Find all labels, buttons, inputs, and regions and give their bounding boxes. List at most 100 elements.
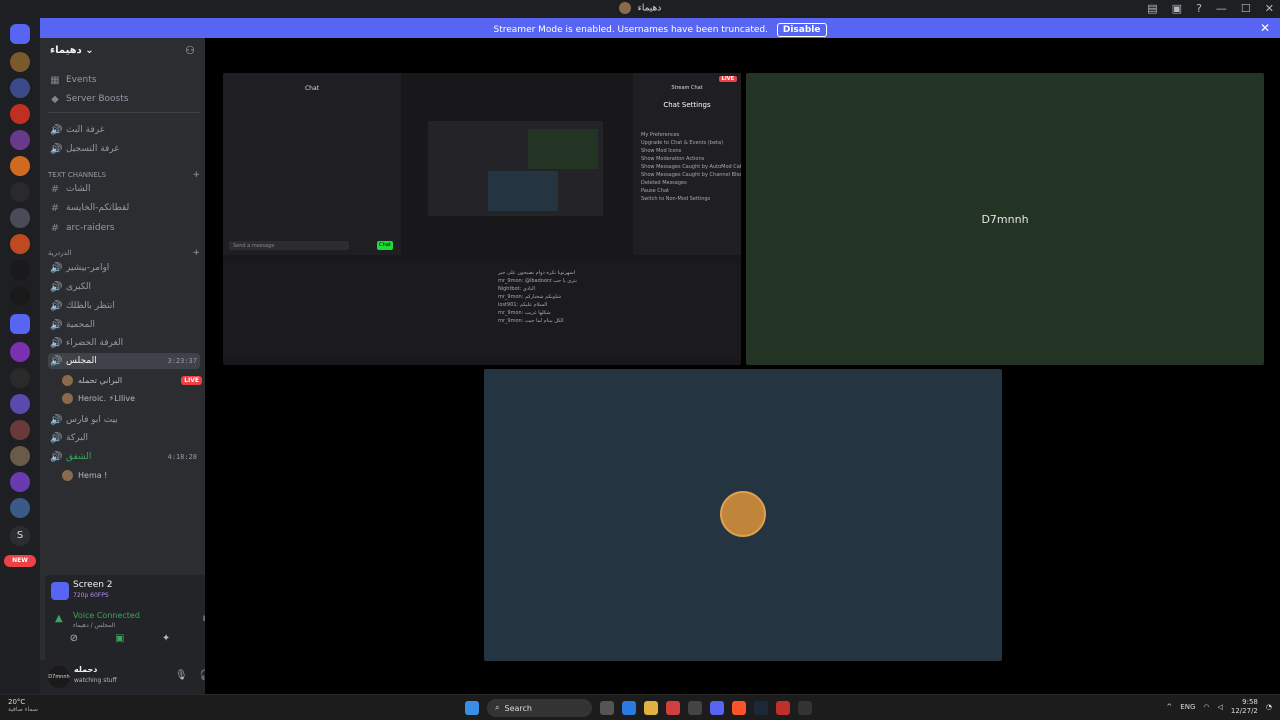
add-channel-icon[interactable]: + (192, 170, 200, 180)
participant-tile[interactable] (484, 369, 1002, 661)
server-icon[interactable] (10, 234, 30, 254)
avatar[interactable]: D7mnnh (48, 666, 70, 688)
voice-channel[interactable]: 🔊 الكبرى (48, 279, 200, 295)
screen-share-tile[interactable]: Chat Send a message Chat LIVE Stream Cha… (223, 73, 741, 365)
text-channel[interactable]: # الشات (48, 181, 200, 197)
app-icon[interactable] (666, 701, 680, 715)
chat-line: اسهرتونا تكره دوام تصبحون على خير (498, 270, 576, 276)
speaker-icon: 🔊 (50, 355, 63, 367)
search-input[interactable]: ⌕ Search (487, 699, 592, 717)
mic-icon[interactable]: 🎙 (175, 670, 188, 681)
server-icon[interactable] (10, 446, 30, 466)
screen-icon[interactable]: ▣ (1172, 2, 1182, 15)
participant-tile[interactable]: D7mnnh (746, 73, 1264, 365)
server-icon[interactable] (10, 342, 30, 362)
server-boosts-item[interactable]: ◆ Server Boosts (48, 91, 200, 107)
setting-item[interactable]: Show Messages Caught by Channel Blocked … (641, 171, 741, 179)
speaker-icon: 🔊 (50, 143, 63, 155)
stream-grid: Chat Send a message Chat LIVE Stream Cha… (205, 38, 1280, 694)
discord-home-icon[interactable] (10, 24, 30, 44)
steam-icon[interactable] (754, 701, 768, 715)
setting-item[interactable]: Switch to Non-Mod Settings (641, 195, 741, 203)
server-header[interactable]: دهيماء ⌄ ⚇ (40, 38, 205, 64)
avatar (720, 491, 766, 537)
server-icon[interactable] (10, 394, 30, 414)
category-voice[interactable]: الدردرية + (48, 248, 200, 258)
disable-button[interactable]: Disable (776, 23, 827, 37)
chevron-up-icon[interactable]: ^ (1166, 703, 1172, 711)
title-bar: دهيماء ▤ ▣ ? — ☐ ✕ (0, 0, 1280, 18)
setting-item[interactable]: Show Moderation Actions (641, 155, 741, 163)
server-icon[interactable] (10, 208, 30, 228)
maximize-button[interactable]: ☐ (1241, 2, 1251, 15)
task-view-icon[interactable] (600, 701, 614, 715)
voice-channel[interactable]: 🔊 بيت ابو فارس (48, 412, 200, 428)
setting-item[interactable]: My Preferences (641, 131, 741, 139)
server-icon[interactable] (10, 182, 30, 202)
weather-widget[interactable]: 20°C سماء صافية (8, 698, 38, 713)
voice-channel[interactable]: 🔊 غرفة البث (48, 122, 200, 138)
copilot-icon[interactable] (622, 701, 636, 715)
server-icon[interactable] (10, 104, 30, 124)
chat-send-button[interactable]: Chat (377, 241, 393, 250)
avatar (62, 374, 73, 386)
username: دحمله (74, 665, 98, 674)
text-channel[interactable]: # arc-raiders (48, 220, 200, 236)
text-channel[interactable]: # لقطاتكم-الخايسة (48, 200, 200, 216)
voice-user[interactable]: Heroic. ⚡Lllive (62, 390, 202, 406)
voice-channel[interactable]: 🔊 المحمية (48, 317, 200, 333)
voice-channel[interactable]: 🔊 انتظر بالظلك (48, 298, 200, 314)
server-icon[interactable] (10, 368, 30, 388)
server-icon[interactable] (10, 130, 30, 150)
setting-item[interactable]: Pause Chat (641, 187, 741, 195)
server-icon[interactable] (10, 52, 30, 72)
share-screen-icon[interactable]: ▣ (115, 633, 124, 644)
setting-item[interactable]: Show Messages Caught by AutoMod Categori… (641, 163, 741, 171)
voice-channel[interactable]: 🔊 غرفة التسجيل (48, 141, 200, 157)
app-icon[interactable] (688, 701, 702, 715)
close-button[interactable]: ✕ (1265, 2, 1274, 15)
invite-icon[interactable]: ⚇ (185, 44, 195, 57)
app-icon[interactable] (776, 701, 790, 715)
server-icon[interactable] (10, 498, 30, 518)
activities-icon[interactable]: ✦ (162, 633, 170, 644)
server-icon[interactable] (10, 420, 30, 440)
message-input[interactable]: Send a message (229, 241, 349, 250)
server-icon[interactable]: S (10, 526, 30, 546)
inbox-icon[interactable]: ▤ (1147, 2, 1157, 15)
notification-icon[interactable]: ◔ (1266, 703, 1272, 711)
setting-item[interactable]: Show Mod Icons (641, 147, 741, 155)
discord-taskbar-icon[interactable] (710, 701, 724, 715)
language-indicator[interactable]: ENG (1180, 703, 1195, 711)
camera-off-icon[interactable]: ⊘ (70, 633, 78, 644)
events-item[interactable]: ▦ Events (48, 72, 200, 88)
server-icon[interactable] (10, 472, 30, 492)
setting-item[interactable]: Deleted Messages (641, 179, 741, 187)
help-icon[interactable]: ? (1196, 2, 1202, 15)
live-badge: LIVE (718, 76, 737, 82)
volume-icon[interactable]: ◁ (1218, 703, 1223, 711)
server-icon[interactable] (10, 286, 30, 306)
add-channel-icon[interactable]: + (192, 248, 200, 258)
divider (48, 112, 200, 113)
server-icon[interactable] (10, 156, 30, 176)
voice-channel[interactable]: 🔊 البركة (48, 430, 200, 446)
live-badge: LIVE (181, 375, 202, 385)
voice-channel[interactable]: 🔊 اوامر-بيشير (48, 260, 200, 276)
clock[interactable]: 9:58 12/27/2 (1231, 698, 1258, 716)
voice-user[interactable]: البراني تحمله LIVE (62, 372, 202, 388)
voice-channel[interactable]: 🔊 الغرفة الخضراء (48, 335, 200, 351)
minimize-button[interactable]: — (1216, 2, 1227, 15)
voice-user[interactable]: Hema ! (62, 467, 202, 483)
brave-icon[interactable] (732, 701, 746, 715)
category-text-channels[interactable]: Text Channels + (48, 170, 200, 180)
close-icon[interactable]: ✕ (1260, 21, 1270, 35)
server-icon[interactable] (10, 78, 30, 98)
windows-start-icon[interactable] (465, 701, 479, 715)
server-icon[interactable] (10, 260, 30, 280)
setting-item[interactable]: Upgrade to Chat & Events (beta) (641, 139, 741, 147)
folder-icon[interactable] (10, 314, 30, 334)
file-explorer-icon[interactable] (644, 701, 658, 715)
obs-icon[interactable] (798, 701, 812, 715)
wifi-icon[interactable]: ◠ (1203, 703, 1209, 711)
